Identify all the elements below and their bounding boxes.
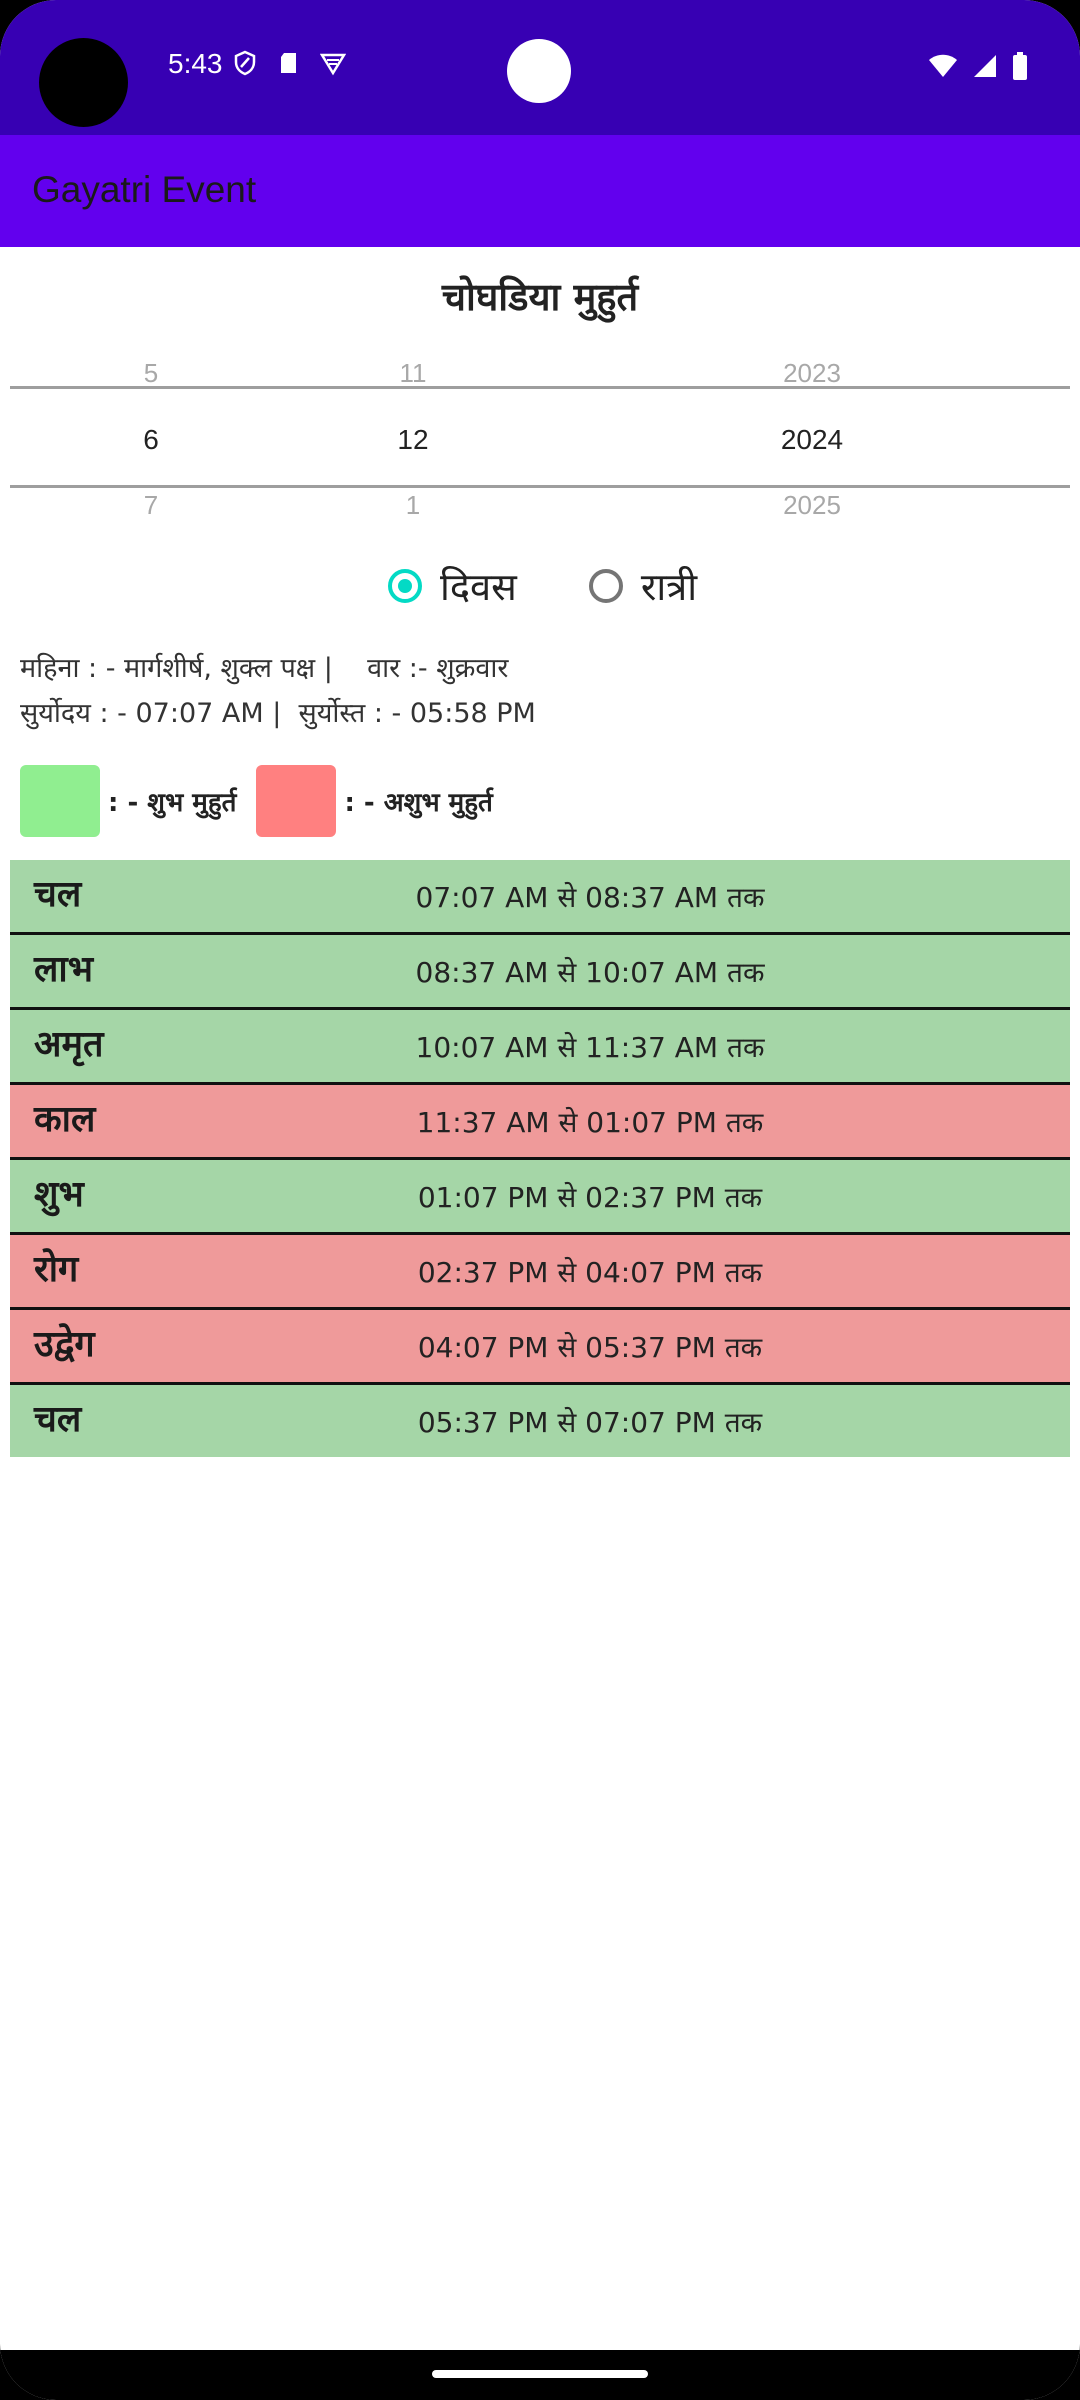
bad-swatch	[256, 765, 337, 837]
year-next[interactable]: 2025	[752, 490, 872, 521]
signal-icon	[972, 53, 998, 84]
year-selected[interactable]: 2024	[752, 424, 872, 456]
date-picker[interactable]: 5 6 7 11 12 1 2023 2024 2025	[10, 350, 1070, 530]
day-night-radio-group: दिवस रात्री	[388, 560, 769, 612]
camera-cutout	[39, 38, 128, 127]
slot-time: 11:37 AM से 01:07 PM तक	[416, 1106, 764, 1139]
good-swatch	[20, 765, 100, 837]
picker-divider-bottom	[10, 485, 1070, 488]
table-row: लाभ 08:37 AM से 10:07 AM तक	[10, 935, 1070, 1010]
status-icons-left	[232, 50, 347, 76]
month-weekday-info: महिना : - मार्गशीर्ष, शुक्ल पक्ष | वार :…	[20, 653, 509, 684]
status-bar: 5:43	[0, 0, 1080, 135]
status-icons-right	[928, 52, 1028, 85]
screen: 5:43 Gayatri Event चोघडिया मुहुर्त 5 6 7…	[0, 0, 1080, 2400]
radio-unchecked-icon[interactable]	[588, 569, 623, 603]
slot-name: काल	[34, 1099, 96, 1140]
day-next[interactable]: 7	[91, 490, 211, 521]
home-gesture-handle[interactable]	[432, 2370, 648, 2378]
slot-name: उद्वेग	[34, 1324, 95, 1365]
slot-name: लाभ	[34, 949, 94, 990]
month-next[interactable]: 1	[353, 490, 473, 521]
vpn-icon	[319, 50, 347, 76]
radio-day[interactable]: दिवस	[388, 560, 517, 612]
good-legend-label: : - शुभ मुहुर्त	[108, 788, 237, 818]
legend: : - शुभ मुहुर्त : - अशुभ मुहुर्त	[20, 765, 513, 837]
table-row: उद्वेग 04:07 PM से 05:37 PM तक	[10, 1310, 1070, 1385]
status-time: 5:43	[168, 48, 223, 79]
radio-checked-icon[interactable]	[388, 569, 422, 603]
slot-name: शुभ	[34, 1174, 84, 1215]
slot-time: 04:07 PM से 05:37 PM तक	[417, 1331, 763, 1364]
slot-name: अमृत	[34, 1024, 104, 1065]
slot-name: चल	[34, 874, 82, 915]
sunrise-sunset-info: सुर्योदय : - 07:07 AM | सुर्योस्त : - 05…	[20, 698, 536, 729]
month-prev[interactable]: 11	[353, 358, 473, 389]
table-row: काल 11:37 AM से 01:07 PM तक	[10, 1085, 1070, 1160]
slot-time: 02:37 PM से 04:07 PM तक	[417, 1256, 763, 1289]
day-prev[interactable]: 5	[91, 358, 211, 389]
front-camera	[507, 39, 571, 103]
wifi-icon	[928, 53, 958, 84]
radio-night-label[interactable]: रात्री	[641, 560, 697, 612]
choghadiya-table: चल 07:07 AM से 08:37 AM तक लाभ 08:37 AM …	[10, 860, 1070, 1457]
table-row: शुभ 01:07 PM से 02:37 PM तक	[10, 1160, 1070, 1235]
table-row: चल 05:37 PM से 07:07 PM तक	[10, 1385, 1070, 1457]
navigation-bar	[0, 2350, 1080, 2400]
bad-legend-label: : - अशुभ मुहुर्त	[344, 788, 493, 818]
table-row: रोग 02:37 PM से 04:07 PM तक	[10, 1235, 1070, 1310]
slot-name: रोग	[34, 1249, 79, 1290]
sd-card-icon	[276, 50, 302, 76]
slot-time: 05:37 PM से 07:07 PM तक	[417, 1406, 763, 1439]
battery-icon	[1012, 52, 1028, 85]
table-row: चल 07:07 AM से 08:37 AM तक	[10, 860, 1070, 935]
slot-name: चल	[34, 1399, 82, 1440]
radio-night[interactable]: रात्री	[588, 560, 697, 612]
slot-time: 08:37 AM से 10:07 AM तक	[415, 956, 765, 989]
page-title: चोघडिया मुहुर्त	[441, 275, 639, 319]
year-prev[interactable]: 2023	[752, 358, 872, 389]
slot-time: 10:07 AM से 11:37 AM तक	[415, 1031, 765, 1064]
app-title: Gayatri Event	[32, 169, 257, 210]
shield-icon	[232, 50, 258, 76]
month-selected[interactable]: 12	[353, 424, 473, 456]
slot-time: 07:07 AM से 08:37 AM तक	[415, 881, 765, 914]
day-selected[interactable]: 6	[91, 424, 211, 456]
app-bar: Gayatri Event	[0, 135, 1080, 247]
slot-time: 01:07 PM से 02:37 PM तक	[417, 1181, 763, 1214]
radio-day-label[interactable]: दिवस	[440, 560, 517, 612]
table-row: अमृत 10:07 AM से 11:37 AM तक	[10, 1010, 1070, 1085]
